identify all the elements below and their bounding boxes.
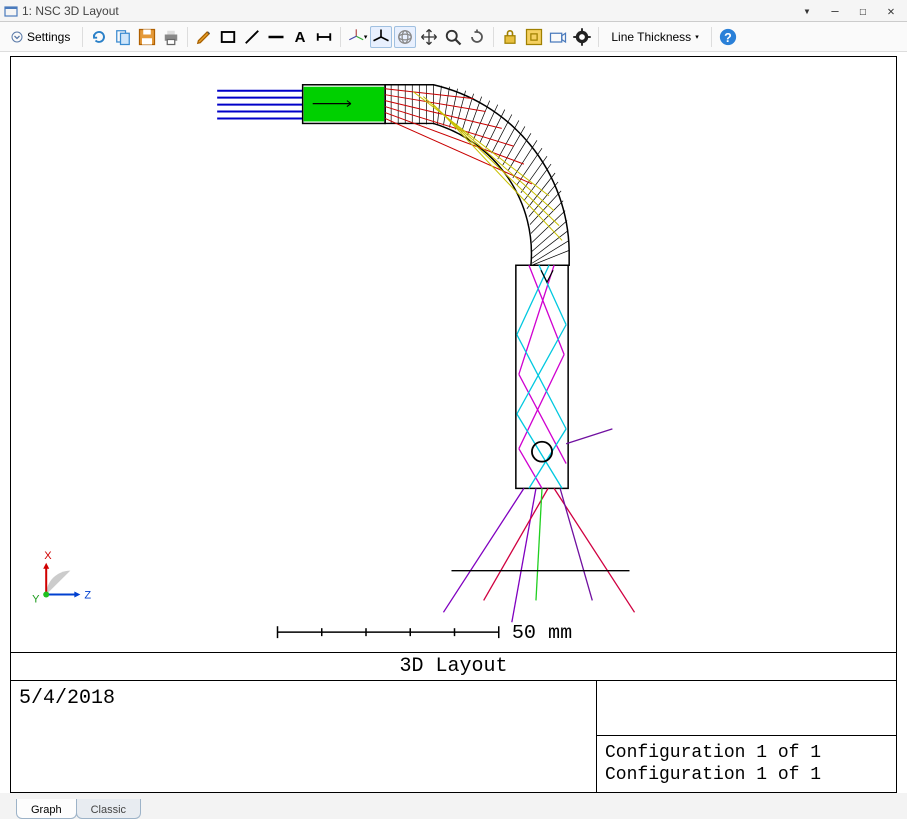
tabstrip: Graph Classic	[0, 793, 907, 819]
window-title: 1: NSC 3D Layout	[22, 4, 797, 18]
dimension-tool[interactable]	[313, 26, 335, 48]
diagonal-line-tool[interactable]	[241, 26, 263, 48]
date-label: 5/4/2018	[11, 681, 596, 792]
rectangle-tool[interactable]	[217, 26, 239, 48]
lock-button[interactable]	[499, 26, 521, 48]
layout-title: 3D Layout	[11, 653, 896, 681]
axes-view-button[interactable]	[370, 26, 392, 48]
copy-button[interactable]	[112, 26, 134, 48]
target-button[interactable]	[571, 26, 593, 48]
refresh-button[interactable]	[88, 26, 110, 48]
zoom-tool[interactable]	[442, 26, 464, 48]
minimize-button[interactable]: –	[825, 3, 845, 19]
tab-graph[interactable]: Graph	[16, 799, 77, 819]
separator	[187, 27, 188, 47]
rotate-tool[interactable]	[466, 26, 488, 48]
separator	[493, 27, 494, 47]
separator	[82, 27, 83, 47]
tab-classic-label: Classic	[91, 804, 126, 816]
axes-dropdown[interactable]: ▾	[346, 26, 368, 48]
settings-button[interactable]: Settings	[4, 26, 77, 48]
window-controls: ▾ – ☐ ✕	[797, 3, 901, 19]
move-tool[interactable]	[418, 26, 440, 48]
pencil-tool[interactable]	[193, 26, 215, 48]
chevron-down-icon	[11, 31, 23, 43]
svg-text:?: ?	[724, 31, 732, 45]
tab-graph-label: Graph	[31, 804, 62, 816]
titlebar: 1: NSC 3D Layout ▾ – ☐ ✕	[0, 0, 907, 22]
settings-label: Settings	[27, 30, 70, 44]
toolbar: Settings A ▾	[0, 22, 907, 52]
drawing-canvas[interactable]: X Y Z 50 mm	[11, 57, 896, 652]
config-line-2: Configuration 1 of 1	[605, 764, 888, 786]
separator	[711, 27, 712, 47]
viewport-frame: X Y Z 50 mm 3D Layout 5/4/2018	[10, 56, 897, 793]
maximize-button[interactable]: ☐	[853, 3, 873, 19]
separator	[340, 27, 341, 47]
horizontal-line-tool[interactable]	[265, 26, 287, 48]
scale-label: 50 mm	[512, 621, 572, 644]
line-thickness-dropdown[interactable]: Line Thickness ▾	[604, 26, 705, 48]
svg-text:A: A	[295, 29, 306, 46]
camera-button[interactable]	[547, 26, 569, 48]
text-tool[interactable]: A	[289, 26, 311, 48]
window-icon	[4, 4, 18, 18]
config-line-1: Configuration 1 of 1	[605, 742, 888, 764]
info-blank	[597, 681, 896, 736]
fit-button[interactable]	[523, 26, 545, 48]
save-button[interactable]	[136, 26, 158, 48]
config-block: Configuration 1 of 1 Configuration 1 of …	[597, 736, 896, 792]
axis-y-label: Y	[32, 593, 40, 605]
axis-x-label: X	[44, 550, 52, 562]
print-button[interactable]	[160, 26, 182, 48]
axis-z-label: Z	[84, 590, 91, 602]
separator	[598, 27, 599, 47]
info-panel: 3D Layout 5/4/2018 Configuration 1 of 1 …	[11, 652, 896, 792]
tab-classic[interactable]: Classic	[76, 799, 141, 819]
help-button[interactable]: ?	[717, 26, 739, 48]
dropdown-button[interactable]: ▾	[797, 3, 817, 19]
line-thickness-label: Line Thickness	[611, 30, 691, 44]
wireframe-button[interactable]	[394, 26, 416, 48]
close-button[interactable]: ✕	[881, 3, 901, 19]
